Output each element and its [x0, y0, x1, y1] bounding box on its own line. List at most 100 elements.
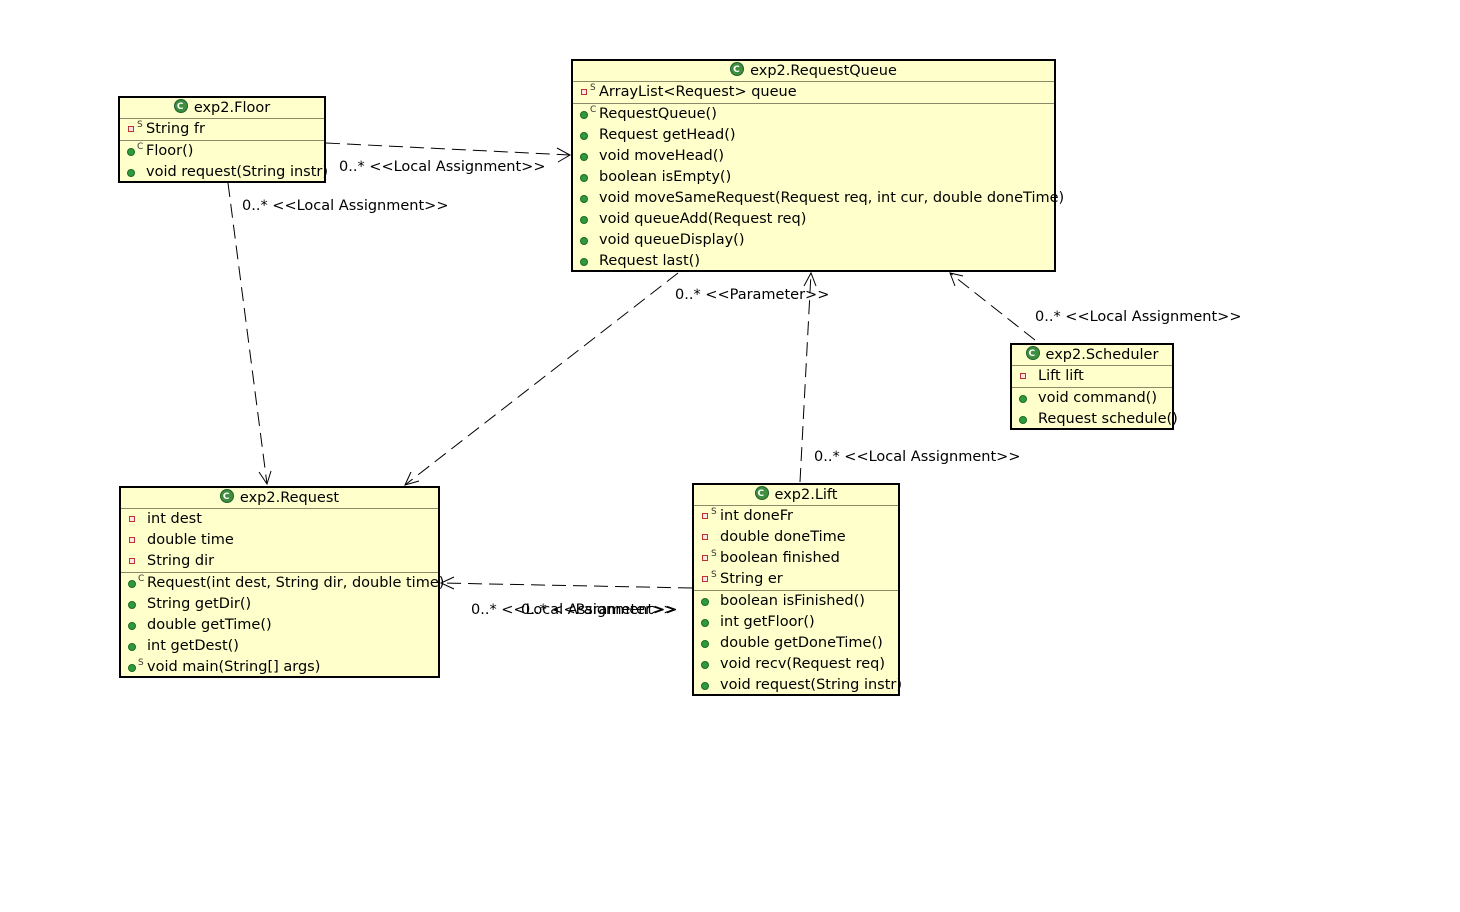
class-icon [730, 60, 745, 80]
fields-section: int dest double time String dir [121, 509, 438, 573]
method-row: int getDest() [121, 636, 438, 657]
field-row: Lift lift [1012, 366, 1172, 387]
public-method-icon [128, 601, 136, 609]
private-field-icon [702, 534, 708, 540]
method-text: void moveSameRequest(Request req, int cu… [599, 190, 1065, 206]
method-row: C Request(int dest, String dir, double ti… [121, 573, 444, 594]
private-field-icon [129, 516, 135, 522]
modifier-badge: S [590, 83, 596, 93]
public-method-icon [580, 132, 588, 140]
private-field-icon [702, 555, 708, 561]
class-floor[interactable]: exp2.Floor SString fr CFloor() void requ… [118, 96, 328, 183]
class-icon [173, 97, 188, 117]
edge-queue-to-request [404, 272, 679, 486]
edge-label-floor-request: 0..* <<Local Assignment>> [242, 198, 449, 214]
public-method-icon [701, 598, 709, 606]
methods-section: boolean isFinished() int getFloor() doub… [694, 591, 902, 696]
field-row: int dest [121, 509, 438, 530]
class-lift[interactable]: exp2.Lift Sint doneFr double doneTime Sb… [692, 483, 902, 696]
method-row: String getDir() [121, 594, 438, 615]
class-header: exp2.Request [121, 487, 438, 509]
method-text: void request(String instr) [146, 164, 329, 180]
method-text: boolean isEmpty() [599, 169, 732, 185]
method-row: Request schedule() [1012, 409, 1178, 430]
public-method-icon [701, 640, 709, 648]
field-row: String dir [121, 551, 438, 572]
public-method-icon [580, 216, 588, 224]
field-text: int dest [147, 511, 202, 527]
fields-section: S ArrayList<Request> queue [573, 82, 1054, 104]
private-field-icon [581, 89, 587, 95]
public-method-icon [580, 258, 588, 266]
field-row: S String er [694, 569, 898, 590]
class-header: exp2.Lift [694, 484, 898, 506]
field-text: Lift lift [1038, 368, 1084, 384]
field-text: String fr [146, 121, 205, 137]
private-field-icon [702, 576, 708, 582]
method-row: void request(String instr) [120, 162, 328, 183]
class-request-queue[interactable]: exp2.RequestQueue SArrayList<Request> qu… [571, 59, 1064, 272]
edge-lift-to-queue [799, 272, 812, 483]
class-header: exp2.RequestQueue [573, 60, 1054, 82]
field-row: S String fr [120, 119, 324, 140]
method-row: boolean isFinished() [694, 591, 898, 612]
method-text: Request last() [599, 253, 700, 269]
modifier-badge: S [711, 549, 717, 559]
modifier-badge: S [711, 570, 717, 580]
field-text: double time [147, 532, 234, 548]
method-row: void moveSameRequest(Request req, int cu… [573, 188, 1064, 209]
field-text: String dir [147, 553, 215, 569]
class-request[interactable]: exp2.Request int dest double time String… [119, 486, 444, 678]
class-title: exp2.Scheduler [1045, 347, 1159, 363]
method-row: void queueAdd(Request req) [573, 209, 1054, 230]
field-text: boolean finished [720, 550, 840, 566]
method-row: double getDoneTime() [694, 633, 898, 654]
arrowhead-floor-request [258, 470, 272, 486]
method-row: Request last() [573, 251, 1054, 272]
modifier-badge: C [137, 142, 144, 152]
edge-label-scheduler-queue: 0..* <<Local Assignment>> [1035, 309, 1242, 325]
edge-lift-to-request [440, 582, 693, 589]
fields-section: Lift lift [1012, 366, 1172, 388]
method-text: void recv(Request req) [720, 656, 886, 672]
edge-label-floor-queue: 0..* <<Local Assignment>> [339, 159, 546, 175]
class-scheduler[interactable]: exp2.Scheduler Lift lift void command() … [1010, 343, 1178, 430]
public-method-icon [127, 169, 135, 177]
public-method-icon [701, 682, 709, 690]
class-icon [219, 487, 234, 507]
methods-section: void command() Request schedule() [1012, 388, 1178, 430]
class-title: exp2.Request [239, 490, 340, 506]
public-method-icon [580, 153, 588, 161]
public-method-icon [128, 643, 136, 651]
class-header: exp2.Floor [120, 97, 324, 119]
public-method-icon [701, 661, 709, 669]
private-field-icon [128, 126, 134, 132]
method-text: int getFloor() [720, 614, 815, 630]
method-text: RequestQueue() [599, 106, 717, 122]
methods-section: C Request(int dest, String dir, double ti… [121, 573, 444, 678]
public-method-icon [701, 619, 709, 627]
methods-section: C Floor() void request(String instr) [120, 141, 328, 183]
method-row: double getTime() [121, 615, 438, 636]
class-icon [1025, 344, 1040, 364]
field-row: double time [121, 530, 438, 551]
field-row: Sboolean finished [694, 548, 898, 569]
method-text: Floor() [146, 143, 194, 159]
modifier-badge: C [138, 574, 145, 584]
public-method-icon [1019, 416, 1027, 424]
field-row: double doneTime [694, 527, 898, 548]
method-row: void moveHead() [573, 146, 1054, 167]
method-text: double getDoneTime() [720, 635, 883, 651]
private-field-icon [129, 537, 135, 543]
public-method-icon [1019, 395, 1027, 403]
public-method-icon [128, 622, 136, 630]
edge-label-lift-request-parameter: 0..* <<Parameter>> [521, 602, 676, 618]
public-method-icon [580, 111, 588, 119]
method-row: Request getHead() [573, 125, 1054, 146]
class-title: exp2.Lift [774, 487, 838, 503]
public-method-icon [580, 174, 588, 182]
class-icon [754, 484, 769, 504]
method-row: void recv(Request req) [694, 654, 898, 675]
method-row: void command() [1012, 388, 1172, 409]
method-row: boolean isEmpty() [573, 167, 1054, 188]
